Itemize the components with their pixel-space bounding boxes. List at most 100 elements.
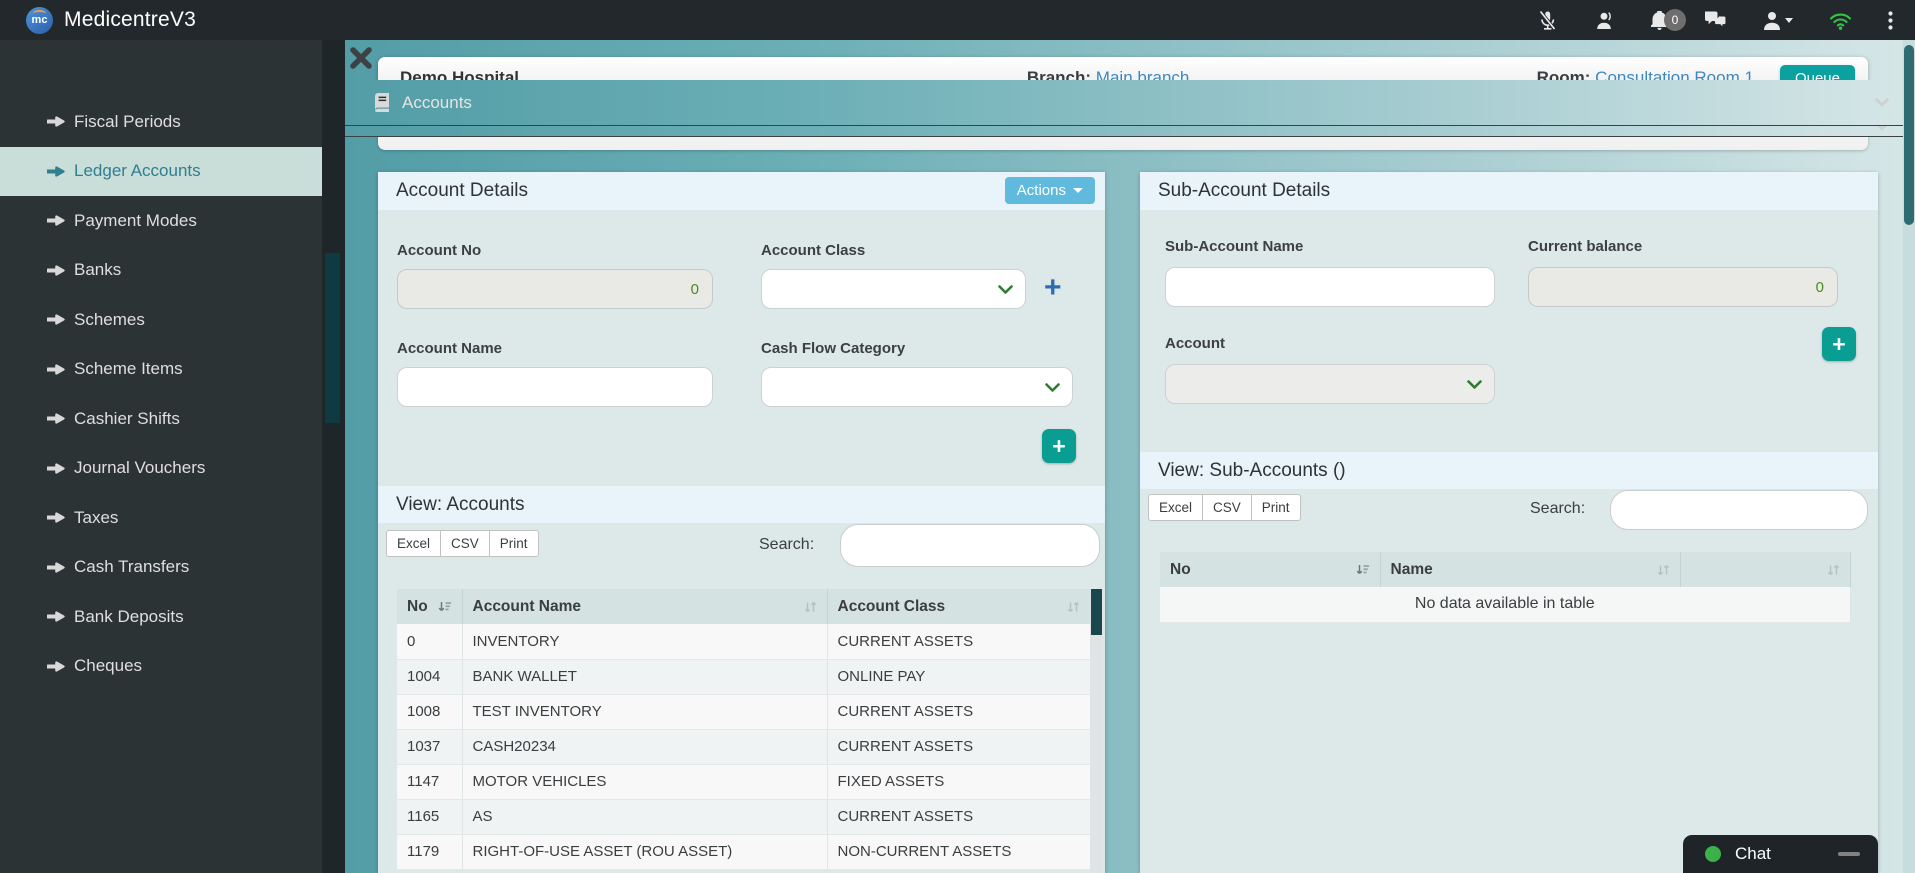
csv-button[interactable]: CSV bbox=[440, 530, 490, 557]
brand-logo[interactable]: mc bbox=[26, 7, 53, 34]
page-scrollbar[interactable] bbox=[1903, 40, 1915, 873]
table-scrollbar[interactable] bbox=[1090, 589, 1103, 873]
notifications-bell-icon[interactable]: 0 bbox=[1651, 11, 1668, 30]
hand-point-icon bbox=[47, 511, 65, 524]
export-buttons: Excel CSV Print bbox=[386, 530, 538, 557]
table-row[interactable]: 1008TEST INVENTORYCURRENT ASSETS bbox=[397, 694, 1090, 729]
sub-accounts-search-input[interactable] bbox=[1610, 490, 1868, 530]
sidebar-item-label: Accounts bbox=[402, 93, 1875, 113]
sidebar-item-cash-transfers[interactable]: Cash Transfers bbox=[0, 543, 322, 593]
table-row[interactable]: 1179RIGHT-OF-USE ASSET (ROU ASSET)NON-CU… bbox=[397, 834, 1090, 869]
sidebar-item-bank-deposits[interactable]: Bank Deposits bbox=[0, 592, 322, 642]
hand-point-icon bbox=[47, 313, 65, 326]
add-account-class-icon[interactable]: + bbox=[1044, 273, 1062, 303]
column-header-no[interactable]: No bbox=[1160, 552, 1380, 587]
navbar-icons: 0 bbox=[1537, 10, 1893, 31]
user-menu-icon[interactable] bbox=[1763, 11, 1793, 30]
account-class-select[interactable] bbox=[761, 269, 1026, 309]
sidebar-item-label: Scheme Items bbox=[74, 359, 183, 379]
table-row[interactable]: 1037CASH20234CURRENT ASSETS bbox=[397, 729, 1090, 764]
table-row[interactable]: 0INVENTORYCURRENT ASSETS bbox=[397, 624, 1090, 659]
sort-icon bbox=[804, 600, 817, 614]
empty-table-row: No data available in table bbox=[1160, 587, 1850, 622]
sidebar-scrollbar-thumb[interactable] bbox=[325, 253, 340, 423]
minimize-icon[interactable] bbox=[1838, 852, 1860, 856]
messages-icon[interactable] bbox=[1704, 10, 1727, 30]
cash-flow-category-label: Cash Flow Category bbox=[761, 340, 905, 357]
online-status-icon bbox=[1705, 846, 1721, 862]
table-scrollbar-thumb[interactable] bbox=[1091, 589, 1102, 635]
excel-button[interactable]: Excel bbox=[1148, 494, 1203, 521]
table-row[interactable]: 1147MOTOR VEHICLESFIXED ASSETS bbox=[397, 764, 1090, 799]
account-select[interactable] bbox=[1165, 364, 1495, 404]
accounts-search-input[interactable] bbox=[840, 524, 1100, 567]
sidebar-item-label: Bank Deposits bbox=[74, 607, 184, 627]
sub-account-details-panel: Sub-Account Details Sub-Account Name Cur… bbox=[1140, 172, 1878, 873]
accounts-table: No Account Name Account Class 0INVENTORY… bbox=[397, 589, 1091, 870]
column-header-blank[interactable] bbox=[1680, 552, 1850, 587]
sidebar-item-schemes[interactable]: Schemes bbox=[0, 295, 322, 345]
hand-point-icon bbox=[47, 165, 65, 178]
chevron-down-icon bbox=[1785, 18, 1793, 23]
export-buttons: Excel CSV Print bbox=[1148, 494, 1300, 521]
sub-accounts-table: No Name No data available in table bbox=[1160, 552, 1851, 623]
sub-account-name-field[interactable] bbox=[1165, 267, 1495, 307]
microphone-muted-icon[interactable] bbox=[1537, 10, 1558, 31]
sidebar-nav: Accidents and Emergency CWC Procurement bbox=[0, 40, 322, 873]
sidebar-item-journal-vouchers[interactable]: Journal Vouchers bbox=[0, 444, 322, 494]
csv-button[interactable]: CSV bbox=[1202, 494, 1252, 521]
wifi-status-icon[interactable] bbox=[1829, 11, 1852, 30]
sort-desc-icon bbox=[438, 600, 452, 614]
print-button[interactable]: Print bbox=[489, 530, 539, 557]
chat-widget[interactable]: Chat bbox=[1683, 835, 1878, 873]
column-header-account-name[interactable]: Account Name bbox=[462, 589, 827, 624]
account-label: Account bbox=[1165, 335, 1225, 352]
hand-point-icon bbox=[47, 462, 65, 475]
hand-point-icon bbox=[47, 115, 65, 128]
table-row[interactable]: 1165ASCURRENT ASSETS bbox=[397, 799, 1090, 834]
sidebar-item-banks[interactable]: Banks bbox=[0, 246, 322, 296]
actions-button[interactable]: Actions bbox=[1005, 177, 1095, 204]
hand-point-icon bbox=[47, 610, 65, 623]
sort-icon bbox=[1067, 600, 1080, 614]
account-name-label: Account Name bbox=[397, 340, 502, 357]
hand-point-icon bbox=[47, 660, 65, 673]
print-button[interactable]: Print bbox=[1251, 494, 1301, 521]
sidebar-item-label: Cashier Shifts bbox=[74, 409, 180, 429]
add-account-button[interactable]: + bbox=[1042, 429, 1076, 463]
sidebar-item-fiscal-periods[interactable]: Fiscal Periods bbox=[0, 97, 322, 147]
hand-point-icon bbox=[47, 214, 65, 227]
table-row[interactable]: 1004BANK WALLETONLINE PAY bbox=[397, 659, 1090, 694]
current-balance-field[interactable] bbox=[1528, 267, 1838, 307]
sort-desc-icon bbox=[1356, 563, 1370, 577]
close-icon[interactable] bbox=[347, 44, 375, 72]
sidebar-item-label: Ledger Accounts bbox=[74, 161, 201, 181]
sidebar-scrollbar[interactable] bbox=[322, 40, 345, 873]
sidebar-item-ledger-accounts[interactable]: Ledger Accounts bbox=[0, 147, 322, 197]
sidebar-item-scheme-items[interactable]: Scheme Items bbox=[0, 345, 322, 395]
accounts-view-title: View: Accounts bbox=[378, 486, 1105, 523]
excel-button[interactable]: Excel bbox=[386, 530, 441, 557]
chat-label: Chat bbox=[1735, 844, 1771, 864]
cash-flow-category-select[interactable] bbox=[761, 367, 1073, 407]
sidebar-item-label: Fiscal Periods bbox=[74, 112, 181, 132]
sidebar-item-taxes[interactable]: Taxes bbox=[0, 493, 322, 543]
sidebar-item-accounts[interactable]: Accounts bbox=[345, 80, 1903, 126]
sidebar-item-cheques[interactable]: Cheques bbox=[0, 642, 322, 692]
column-header-account-class[interactable]: Account Class bbox=[827, 589, 1090, 624]
page-scrollbar-thumb[interactable] bbox=[1904, 45, 1914, 225]
column-header-no[interactable]: No bbox=[397, 589, 462, 624]
kebab-menu-icon[interactable] bbox=[1888, 11, 1893, 30]
hand-point-icon bbox=[47, 412, 65, 425]
sidebar-item-payment-modes[interactable]: Payment Modes bbox=[0, 196, 322, 246]
support-agent-icon[interactable] bbox=[1594, 10, 1615, 31]
app-root: mc MedicentreV3 0 bbox=[0, 0, 1915, 873]
sidebar-item-cashier-shifts[interactable]: Cashier Shifts bbox=[0, 394, 322, 444]
brand-title: MedicentreV3 bbox=[64, 8, 196, 32]
account-no-field[interactable] bbox=[397, 269, 713, 309]
book-icon bbox=[368, 93, 394, 112]
account-name-field[interactable] bbox=[397, 367, 713, 407]
add-sub-account-button[interactable]: + bbox=[1822, 327, 1856, 361]
column-header-name[interactable]: Name bbox=[1380, 552, 1680, 587]
account-class-label: Account Class bbox=[761, 242, 865, 259]
